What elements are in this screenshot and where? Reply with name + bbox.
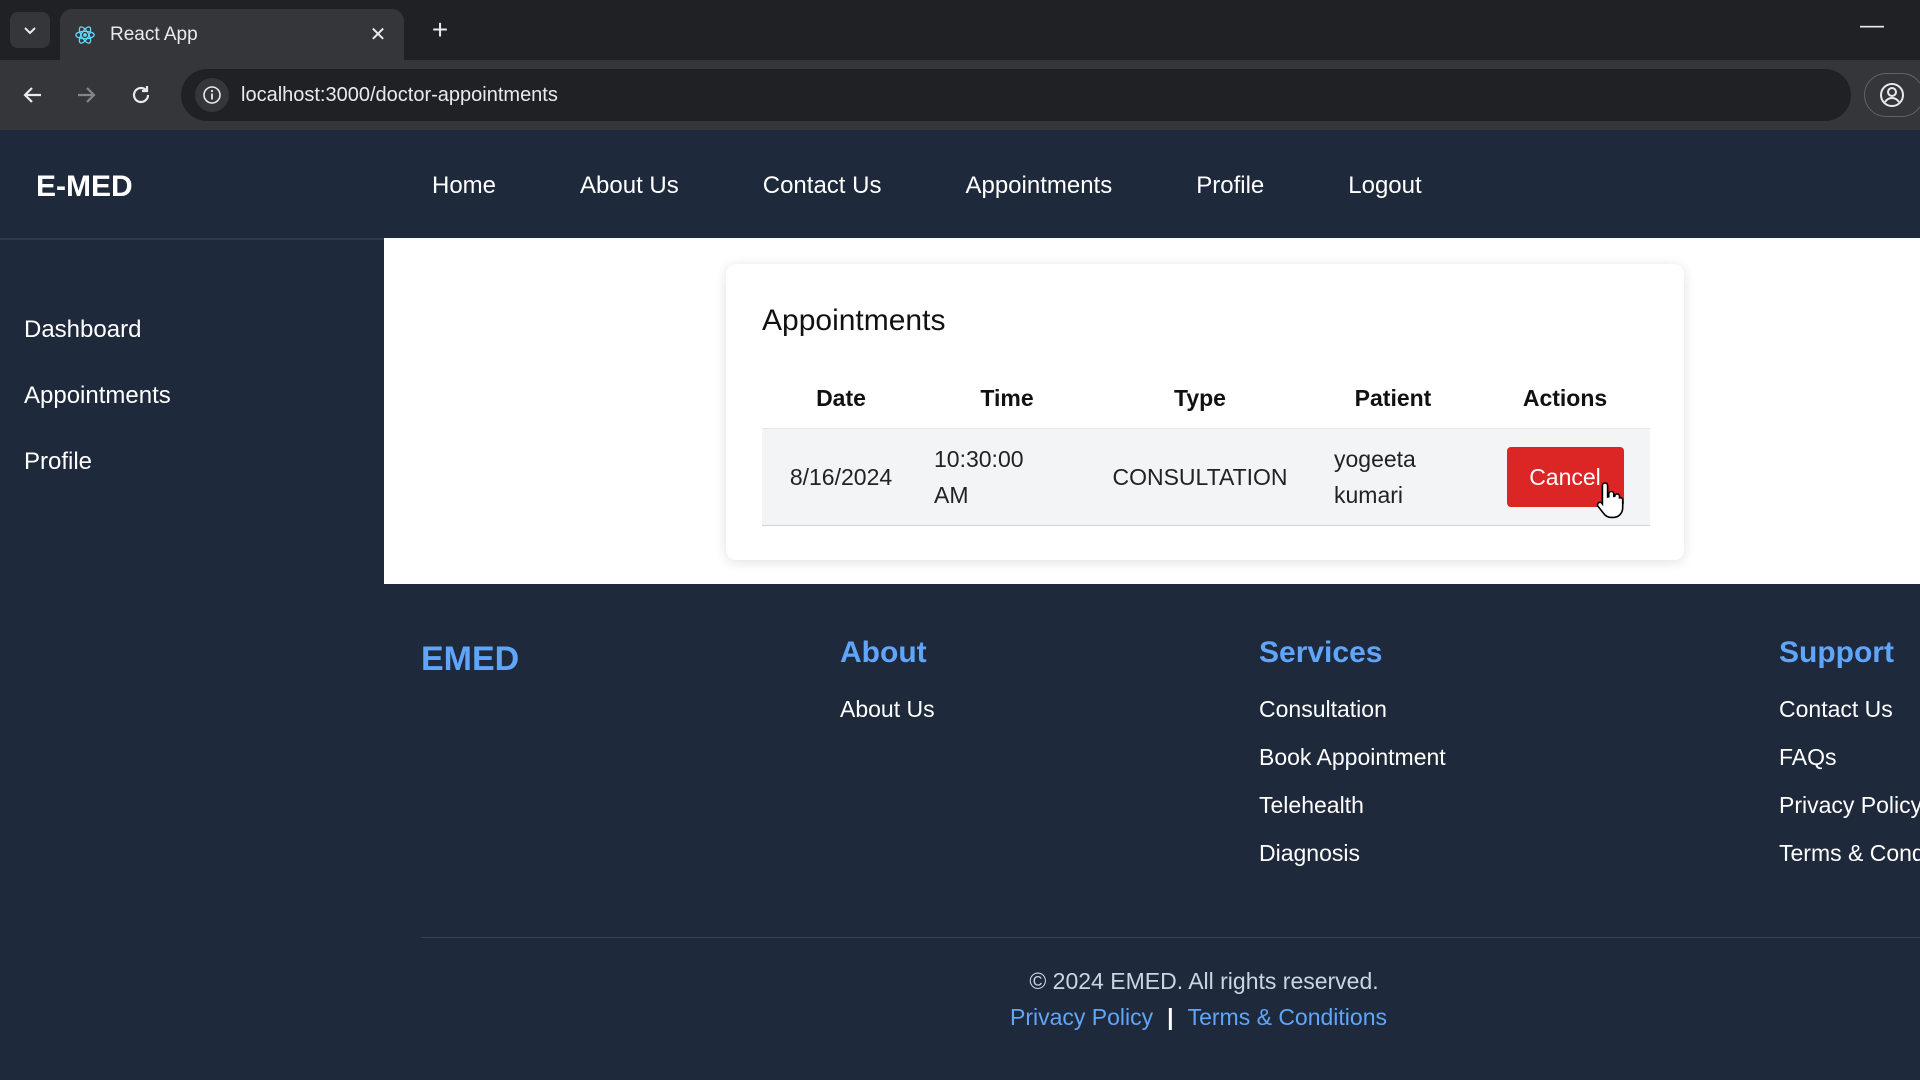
footer-about-column: About About Us <box>840 636 935 744</box>
cell-time-line: AM <box>934 482 969 508</box>
reload-icon <box>132 86 150 104</box>
sidebar-item-dashboard[interactable]: Dashboard <box>24 316 141 344</box>
reload-button[interactable] <box>124 78 158 112</box>
chevron-down-icon <box>24 27 36 35</box>
footer: EMED About About Us Services Consultatio… <box>0 584 1920 1080</box>
table-row: 8/16/2024 10:30:00 AM CONSULTATION yogee… <box>762 428 1650 526</box>
forward-button[interactable] <box>69 78 103 112</box>
footer-support-heading: Support <box>1779 636 1894 669</box>
column-header-type: Type <box>1174 384 1226 411</box>
app-header: E-MED Home About Us Contact Us Appointme… <box>0 130 1920 238</box>
browser-tab-bar: React App ✕ + — <box>0 0 1920 60</box>
footer-link-faqs[interactable]: FAQs <box>1779 744 1920 792</box>
brand-logo[interactable]: E-MED <box>36 170 133 204</box>
tab-search-button[interactable] <box>10 12 50 48</box>
arrow-right-icon <box>78 87 96 103</box>
new-tab-button[interactable]: + <box>424 14 456 46</box>
nav-appointments[interactable]: Appointments <box>965 172 1112 200</box>
close-tab-icon[interactable]: ✕ <box>366 22 390 47</box>
cell-time: 10:30:00 AM <box>920 441 1094 513</box>
browser-tab[interactable]: React App ✕ <box>60 9 404 60</box>
sidebar-item-profile[interactable]: Profile <box>24 448 92 476</box>
minimize-window-button[interactable]: — <box>1860 12 1884 40</box>
nav-home[interactable]: Home <box>432 172 496 200</box>
footer-services-column: Services Consultation Book Appointment T… <box>1259 636 1446 888</box>
cell-patient-line: yogeeta <box>1334 446 1416 472</box>
tab-title: React App <box>110 23 198 45</box>
terms-conditions-link[interactable]: Terms & Conditions <box>1188 1004 1387 1031</box>
column-header-date: Date <box>816 384 866 411</box>
footer-about-heading: About <box>840 636 927 669</box>
address-bar[interactable]: localhost:3000/doctor-appointments <box>181 69 1851 121</box>
appointments-title: Appointments <box>762 304 946 337</box>
cell-time-line: 10:30:00 <box>934 446 1024 472</box>
cell-actions: Cancel <box>1480 447 1650 507</box>
cell-date: 8/16/2024 <box>789 464 893 490</box>
footer-services-heading: Services <box>1259 636 1383 669</box>
account-circle-icon <box>1880 83 1904 107</box>
footer-support-column: Support Contact Us FAQs Privacy Policy T… <box>1779 636 1920 888</box>
sidebar-item-appointments[interactable]: Appointments <box>24 382 171 410</box>
footer-link-terms[interactable]: Terms & Conditions <box>1779 840 1920 888</box>
footer-link-book-appointment[interactable]: Book Appointment <box>1259 744 1446 792</box>
footer-link-consultation[interactable]: Consultation <box>1259 696 1446 744</box>
main-content: Appointments Date Time Type Patient Acti… <box>384 238 1920 584</box>
url-text: localhost:3000/doctor-appointments <box>241 83 558 106</box>
footer-divider <box>421 937 1920 938</box>
footer-link-telehealth[interactable]: Telehealth <box>1259 792 1446 840</box>
legal-links: Privacy Policy | Terms & Conditions <box>1010 1004 1387 1031</box>
nav-about-us[interactable]: About Us <box>580 172 679 200</box>
hand-cursor-icon <box>1596 482 1624 519</box>
appointments-table: Date Time Type Patient Actions 8/16/2024… <box>762 368 1650 526</box>
nav-profile[interactable]: Profile <box>1196 172 1264 200</box>
cell-patient: yogeeta kumari <box>1306 441 1480 513</box>
react-logo-icon <box>75 25 95 44</box>
arrow-left-icon <box>23 87 41 103</box>
footer-link-diagnosis[interactable]: Diagnosis <box>1259 840 1446 888</box>
appointments-card: Appointments Date Time Type Patient Acti… <box>726 264 1684 560</box>
footer-link-contact-us[interactable]: Contact Us <box>1779 696 1920 744</box>
column-header-time: Time <box>980 384 1034 411</box>
nav-logout[interactable]: Logout <box>1348 172 1421 200</box>
legal-separator: | <box>1167 1004 1174 1030</box>
copyright-text: © 2024 EMED. All rights reserved. <box>1029 968 1379 994</box>
back-button[interactable] <box>16 78 50 112</box>
column-header-actions: Actions <box>1522 384 1608 411</box>
top-navigation: Home About Us Contact Us Appointments Pr… <box>432 172 1506 200</box>
sidebar: Dashboard Appointments Profile <box>0 238 384 584</box>
table-header: Date Time Type Patient Actions <box>762 368 1650 428</box>
column-header-patient: Patient <box>1354 384 1432 411</box>
footer-brand: EMED <box>421 640 520 678</box>
site-info-icon[interactable] <box>195 78 229 112</box>
cell-type: CONSULTATION <box>1112 464 1288 490</box>
cell-patient-line: kumari <box>1334 482 1404 508</box>
footer-link-about-us[interactable]: About Us <box>840 696 935 744</box>
footer-link-privacy-policy[interactable]: Privacy Policy <box>1779 792 1920 840</box>
privacy-policy-link[interactable]: Privacy Policy <box>1010 1004 1153 1031</box>
nav-contact-us[interactable]: Contact Us <box>763 172 882 200</box>
browser-toolbar: localhost:3000/doctor-appointments <box>0 60 1920 130</box>
browser-profile-button[interactable] <box>1864 73 1920 117</box>
